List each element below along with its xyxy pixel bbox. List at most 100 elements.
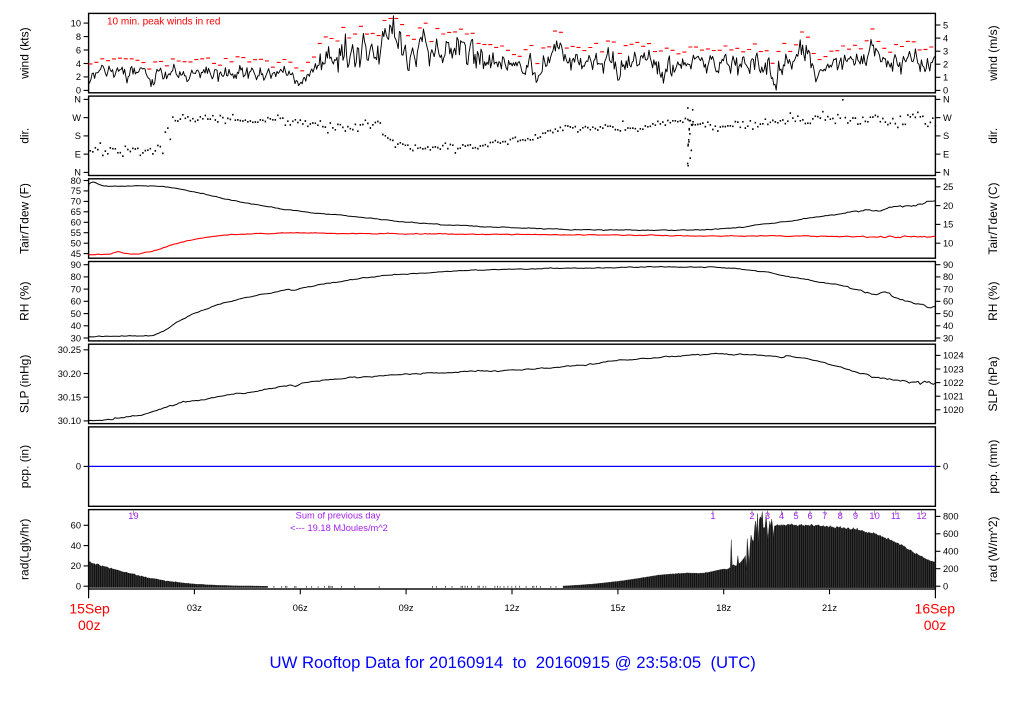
svg-text:UW Rooftop Data for 20160914: UW Rooftop Data for 20160914 to 20160915… — [270, 653, 756, 672]
svg-text:30.20: 30.20 — [58, 369, 81, 379]
svg-text:09z: 09z — [399, 603, 414, 613]
svg-text:55: 55 — [71, 228, 81, 238]
svg-text:1023: 1023 — [943, 364, 964, 374]
svg-text:<--- 19.18 MJoules/m^2: <--- 19.18 MJoules/m^2 — [290, 523, 388, 533]
svg-text:0: 0 — [943, 462, 948, 472]
svg-text:N: N — [943, 168, 950, 178]
svg-text:12z: 12z — [505, 603, 520, 613]
svg-text:03z: 03z — [187, 603, 202, 613]
svg-text:rad (W/m^2): rad (W/m^2) — [986, 516, 1000, 582]
svg-text:RH (%): RH (%) — [18, 282, 32, 321]
svg-text:2: 2 — [749, 511, 754, 521]
svg-text:S: S — [943, 131, 949, 141]
svg-text:10: 10 — [943, 239, 953, 249]
svg-text:W: W — [72, 113, 81, 123]
svg-text:70: 70 — [943, 284, 953, 294]
svg-text:3: 3 — [765, 511, 770, 521]
svg-text:80: 80 — [71, 272, 81, 282]
svg-text:0: 0 — [943, 582, 948, 592]
svg-text:4: 4 — [943, 33, 948, 43]
svg-text:8: 8 — [76, 32, 81, 42]
svg-text:dir.: dir. — [18, 128, 32, 144]
svg-text:90: 90 — [943, 260, 953, 270]
svg-text:4: 4 — [779, 511, 784, 521]
svg-text:200: 200 — [943, 564, 959, 574]
svg-text:90: 90 — [71, 260, 81, 270]
svg-text:N: N — [943, 95, 950, 105]
svg-text:45: 45 — [71, 249, 81, 259]
svg-text:16Sep: 16Sep — [915, 601, 956, 617]
svg-text:5: 5 — [943, 20, 948, 30]
svg-text:SLP (hPa): SLP (hPa) — [986, 356, 1000, 411]
svg-text:20: 20 — [71, 561, 81, 571]
svg-text:RH (%): RH (%) — [986, 282, 1000, 321]
svg-text:1: 1 — [710, 511, 715, 521]
svg-text:wind (kts): wind (kts) — [18, 27, 32, 79]
svg-text:1: 1 — [943, 73, 948, 83]
svg-text:65: 65 — [71, 207, 81, 217]
svg-text:30.10: 30.10 — [58, 416, 81, 426]
svg-text:10: 10 — [71, 18, 81, 28]
svg-text:15Sep: 15Sep — [69, 601, 110, 617]
svg-text:40: 40 — [71, 541, 81, 551]
svg-text:70: 70 — [71, 284, 81, 294]
svg-text:1022: 1022 — [943, 378, 964, 388]
svg-text:60: 60 — [71, 521, 81, 531]
svg-text:20: 20 — [943, 201, 953, 211]
svg-text:30: 30 — [71, 333, 81, 343]
svg-text:30: 30 — [943, 333, 953, 343]
svg-text:60: 60 — [943, 297, 953, 307]
svg-text:15z: 15z — [610, 603, 625, 613]
svg-text:E: E — [75, 149, 81, 159]
svg-text:E: E — [943, 149, 949, 159]
svg-text:5: 5 — [794, 511, 799, 521]
svg-text:50: 50 — [71, 239, 81, 249]
svg-text:10 min. peak winds in red: 10 min. peak winds in red — [107, 17, 220, 28]
svg-text:80: 80 — [71, 176, 81, 186]
svg-text:00z: 00z — [924, 617, 947, 633]
svg-text:50: 50 — [71, 309, 81, 319]
svg-text:21z: 21z — [822, 603, 837, 613]
svg-text:dir.: dir. — [986, 128, 1000, 144]
svg-text:2: 2 — [76, 72, 81, 82]
svg-text:1021: 1021 — [943, 392, 964, 402]
svg-text:6: 6 — [76, 45, 81, 55]
svg-text:Sum of previous day: Sum of previous day — [296, 511, 381, 521]
svg-text:W: W — [943, 113, 952, 123]
svg-text:06z: 06z — [293, 603, 308, 613]
svg-text:0: 0 — [76, 462, 81, 472]
svg-text:3: 3 — [943, 47, 948, 57]
svg-text:600: 600 — [943, 529, 959, 539]
svg-text:S: S — [75, 131, 81, 141]
svg-text:30.15: 30.15 — [58, 393, 81, 403]
svg-text:11: 11 — [891, 511, 901, 521]
svg-text:40: 40 — [71, 321, 81, 331]
svg-text:2: 2 — [943, 60, 948, 70]
svg-text:50: 50 — [943, 309, 953, 319]
svg-text:1024: 1024 — [943, 351, 964, 361]
svg-text:10: 10 — [869, 511, 879, 521]
svg-text:4: 4 — [76, 59, 81, 69]
svg-text:18z: 18z — [716, 603, 731, 613]
svg-text:40: 40 — [943, 321, 953, 331]
svg-text:80: 80 — [943, 272, 953, 282]
svg-text:pcp. (in): pcp. (in) — [18, 445, 32, 488]
svg-text:rad(Lgly/hr): rad(Lgly/hr) — [18, 519, 32, 580]
svg-text:12: 12 — [916, 511, 926, 521]
svg-text:9: 9 — [853, 511, 858, 521]
svg-text:30.25: 30.25 — [58, 345, 81, 355]
svg-text:70: 70 — [71, 197, 81, 207]
svg-text:7: 7 — [822, 511, 827, 521]
svg-text:6: 6 — [808, 511, 813, 521]
svg-text:Tair/Tdew (F): Tair/Tdew (F) — [18, 183, 32, 254]
svg-text:19: 19 — [128, 511, 138, 521]
svg-text:8: 8 — [838, 511, 843, 521]
svg-text:75: 75 — [71, 186, 81, 196]
svg-text:1020: 1020 — [943, 405, 964, 415]
svg-text:25: 25 — [943, 182, 953, 192]
svg-text:wind (m/s): wind (m/s) — [986, 25, 1000, 81]
svg-text:0: 0 — [76, 582, 81, 592]
svg-text:pcp. (mm): pcp. (mm) — [986, 440, 1000, 494]
svg-text:800: 800 — [943, 512, 959, 522]
svg-text:15: 15 — [943, 220, 953, 230]
